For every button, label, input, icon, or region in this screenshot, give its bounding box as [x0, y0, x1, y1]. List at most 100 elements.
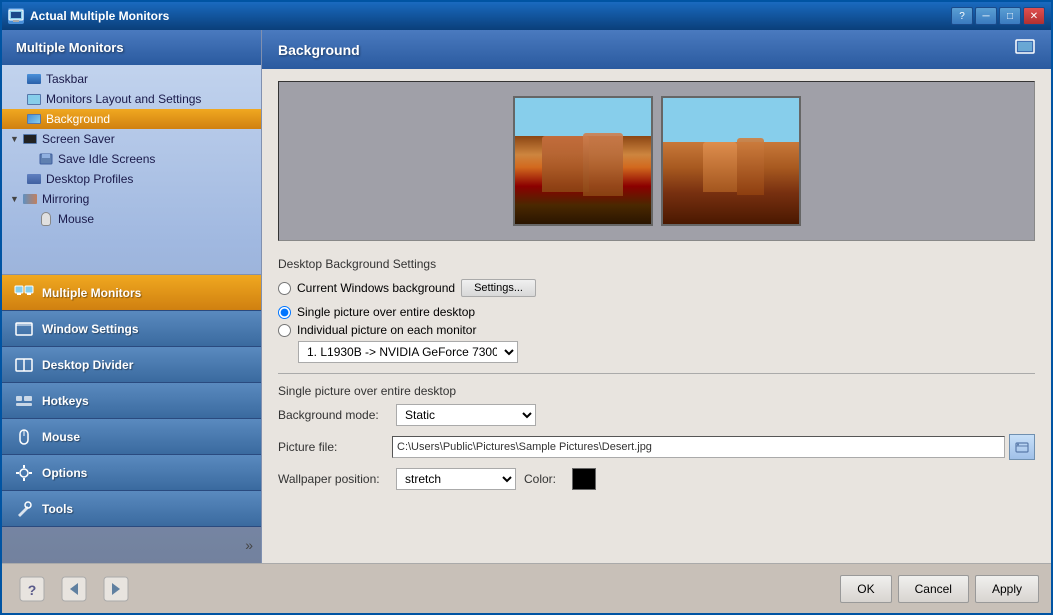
app-icon	[8, 8, 24, 24]
sidebar-item-label: Monitors Layout and Settings	[46, 92, 201, 106]
hotkeys-nav-icon	[14, 391, 34, 411]
right-panel: Background	[262, 30, 1051, 563]
nav-item-tools[interactable]: Tools	[2, 491, 261, 527]
ok-button[interactable]: OK	[840, 575, 891, 603]
save-icon	[38, 151, 54, 167]
nav-item-label: Desktop Divider	[42, 358, 133, 372]
settings-button[interactable]: Settings...	[461, 279, 536, 297]
sidebar-tree: Taskbar Monitors Layout and Settings Bac…	[2, 65, 261, 274]
monitors-nav-icon	[14, 283, 34, 303]
picture-file-label: Picture file:	[278, 440, 388, 454]
divider	[278, 373, 1035, 374]
wallpaper-position-select[interactable]: stretch center tile fit fill	[396, 468, 516, 490]
nav-item-label: Hotkeys	[42, 394, 89, 408]
sidebar-item-monitors-layout[interactable]: Monitors Layout and Settings	[2, 89, 261, 109]
nav-item-label: Multiple Monitors	[42, 286, 141, 300]
wallpaper-position-label: Wallpaper position:	[278, 472, 388, 486]
radio-row-single: Single picture over entire desktop	[278, 305, 1035, 319]
sidebar-item-label: Mouse	[58, 212, 94, 226]
nav-item-multiple-monitors[interactable]: Multiple Monitors	[2, 275, 261, 311]
sidebar: Multiple Monitors Taskbar Monitors Layou…	[2, 30, 262, 563]
bg-mode-label: Background mode:	[278, 408, 388, 422]
color-label: Color:	[524, 472, 564, 486]
sidebar-item-save-idle[interactable]: Save Idle Screens	[2, 149, 261, 169]
maximize-button[interactable]: □	[999, 7, 1021, 25]
sidebar-item-background[interactable]: Background	[2, 109, 261, 129]
svg-text:?: ?	[28, 582, 37, 598]
subsection-label: Single picture over entire desktop	[278, 384, 1035, 398]
expand-icon: ▼	[10, 134, 22, 144]
radio-individual-label: Individual picture on each monitor	[297, 323, 476, 337]
sidebar-item-desktop-profiles[interactable]: Desktop Profiles	[2, 169, 261, 189]
sidebar-header: Multiple Monitors	[2, 30, 261, 65]
settings-section-label: Desktop Background Settings	[278, 257, 1035, 271]
expand-icon: ▼	[10, 194, 22, 204]
monitor-preview-1	[513, 96, 653, 226]
tools-nav-icon	[14, 499, 34, 519]
bottom-bar: ? OK Cancel Apply	[2, 563, 1051, 613]
nav-item-label: Tools	[42, 502, 73, 516]
back-icon-button[interactable]	[56, 571, 92, 607]
nav-item-hotkeys[interactable]: Hotkeys	[2, 383, 261, 419]
monitor-select[interactable]: 1. L1930B -> NVIDIA GeForce 7300 GT	[298, 341, 518, 363]
sidebar-item-screen-saver[interactable]: ▼ Screen Saver	[2, 129, 261, 149]
nav-item-label: Window Settings	[42, 322, 139, 336]
title-bar: Actual Multiple Monitors ? ─ □ ✕	[2, 2, 1051, 30]
sidebar-footer: »	[2, 527, 261, 563]
picture-file-path: C:\Users\Public\Pictures\Sample Pictures…	[392, 436, 1005, 458]
sidebar-item-label: Screen Saver	[42, 132, 115, 146]
window-controls: ? ─ □ ✕	[951, 7, 1045, 25]
radio-single-picture[interactable]	[278, 306, 291, 319]
taskbar-icon	[26, 71, 42, 87]
forward-icon-button[interactable]	[98, 571, 134, 607]
bg-mode-select[interactable]: Static Slideshow Span	[396, 404, 536, 426]
main-content: Multiple Monitors Taskbar Monitors Layou…	[2, 30, 1051, 563]
sidebar-item-label: Save Idle Screens	[58, 152, 155, 166]
bottom-right-actions: OK Cancel Apply	[840, 575, 1039, 603]
window-title: Actual Multiple Monitors	[30, 9, 951, 23]
radio-individual-picture[interactable]	[278, 324, 291, 337]
nav-item-mouse[interactable]: Mouse	[2, 419, 261, 455]
radio-single-label: Single picture over entire desktop	[297, 305, 475, 319]
sidebar-item-mirroring[interactable]: ▼ Mirroring	[2, 189, 261, 209]
help-button[interactable]: ?	[951, 7, 973, 25]
wallpaper-position-row: Wallpaper position: stretch center tile …	[278, 468, 1035, 490]
panel-body: Desktop Background Settings Current Wind…	[262, 69, 1051, 563]
nav-item-window-settings[interactable]: Window Settings	[2, 311, 261, 347]
sidebar-item-label: Desktop Profiles	[46, 172, 133, 186]
nav-item-options[interactable]: Options	[2, 455, 261, 491]
nav-item-desktop-divider[interactable]: Desktop Divider	[2, 347, 261, 383]
bottom-left-actions: ?	[14, 571, 134, 607]
nav-item-label: Options	[42, 466, 87, 480]
minimize-button[interactable]: ─	[975, 7, 997, 25]
screensaver-icon	[22, 131, 38, 147]
options-nav-icon	[14, 463, 34, 483]
browse-button[interactable]	[1009, 434, 1035, 460]
mirror-icon	[22, 191, 38, 207]
sidebar-nav: Multiple Monitors Window Settings Deskto…	[2, 274, 261, 527]
radio-row-current-windows: Current Windows background Settings...	[278, 279, 1035, 297]
sidebar-item-label: Taskbar	[46, 72, 88, 86]
radio-current-label: Current Windows background	[297, 281, 455, 295]
nav-item-label: Mouse	[42, 430, 80, 444]
help-icon-button[interactable]: ?	[14, 571, 50, 607]
profile-icon	[26, 171, 42, 187]
bg-mode-row: Background mode: Static Slideshow Span	[278, 404, 1035, 426]
expand-sidebar-button[interactable]: »	[245, 537, 253, 553]
sidebar-item-label: Mirroring	[42, 192, 89, 206]
panel-header: Background	[262, 30, 1051, 69]
window-nav-icon	[14, 319, 34, 339]
sidebar-item-taskbar[interactable]: Taskbar	[2, 69, 261, 89]
close-button[interactable]: ✕	[1023, 7, 1045, 25]
monitor-dropdown-row: 1. L1930B -> NVIDIA GeForce 7300 GT	[278, 341, 1035, 363]
radio-row-individual: Individual picture on each monitor	[278, 323, 1035, 337]
cancel-button[interactable]: Cancel	[898, 575, 969, 603]
monitor-preview-2	[661, 96, 801, 226]
apply-button[interactable]: Apply	[975, 575, 1039, 603]
picture-file-row: Picture file: C:\Users\Public\Pictures\S…	[278, 434, 1035, 460]
sidebar-item-mouse[interactable]: Mouse	[2, 209, 261, 229]
radio-current-windows[interactable]	[278, 282, 291, 295]
color-swatch[interactable]	[572, 468, 596, 490]
divider-nav-icon	[14, 355, 34, 375]
panel-title: Background	[278, 42, 360, 58]
